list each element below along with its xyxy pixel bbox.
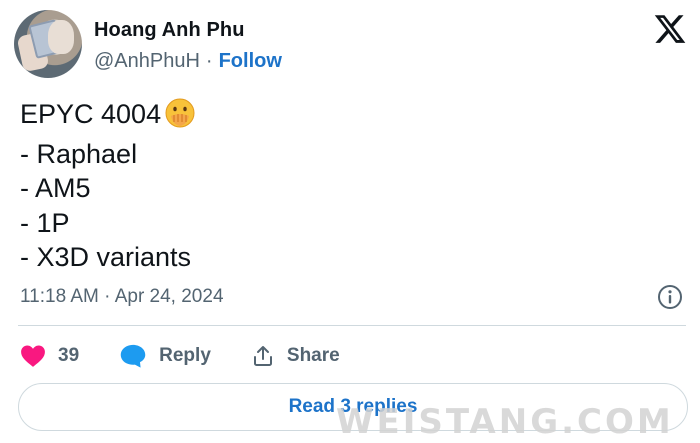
- heart-icon: [21, 345, 45, 367]
- tweet-line: - Raphael: [20, 138, 138, 169]
- x-logo-icon[interactable]: [652, 12, 688, 46]
- author-handle-row: @AnhPhuH · Follow: [94, 50, 282, 73]
- tweet-timestamp[interactable]: 11:18 AM · Apr 24, 2024: [20, 286, 224, 308]
- like-count: 39: [58, 345, 80, 366]
- share-icon: [253, 346, 272, 366]
- tweet-card: Hoang Anh Phu @AnhPhuH · Follow EPYC 400…: [0, 0, 700, 443]
- follow-button[interactable]: Follow: [219, 50, 282, 73]
- share-label: Share: [286, 345, 340, 366]
- avatar[interactable]: [14, 10, 82, 78]
- tweet-actions: 39 Reply Share: [20, 340, 380, 372]
- info-icon[interactable]: [657, 284, 683, 310]
- avatar-face: [48, 20, 74, 54]
- divider: [18, 325, 686, 326]
- chat-bubble-icon: [120, 344, 146, 368]
- tweet-line: - 1P: [20, 207, 70, 238]
- handle-separator: ·: [205, 50, 213, 72]
- reply-label: Reply: [159, 345, 211, 366]
- tweet-line-text: EPYC 4004: [20, 99, 162, 129]
- like-button[interactable]: 39: [20, 344, 79, 368]
- author-name[interactable]: Hoang Anh Phu: [94, 19, 245, 42]
- tweet-line: EPYC 4004: [20, 97, 195, 137]
- tweet-line: - AM5: [20, 173, 91, 203]
- watermark: WEISTANG.COM: [336, 402, 674, 442]
- reply-button[interactable]: Reply: [119, 343, 211, 369]
- tweet-text: EPYC 4004 - Raphael - AM5 - 1P - X3D var…: [20, 97, 195, 275]
- author-handle[interactable]: @AnhPhuH: [94, 50, 200, 73]
- share-button[interactable]: Share: [251, 344, 340, 368]
- face-with-hand-over-mouth-emoji: [165, 98, 195, 137]
- tweet-line: - X3D variants: [20, 242, 192, 272]
